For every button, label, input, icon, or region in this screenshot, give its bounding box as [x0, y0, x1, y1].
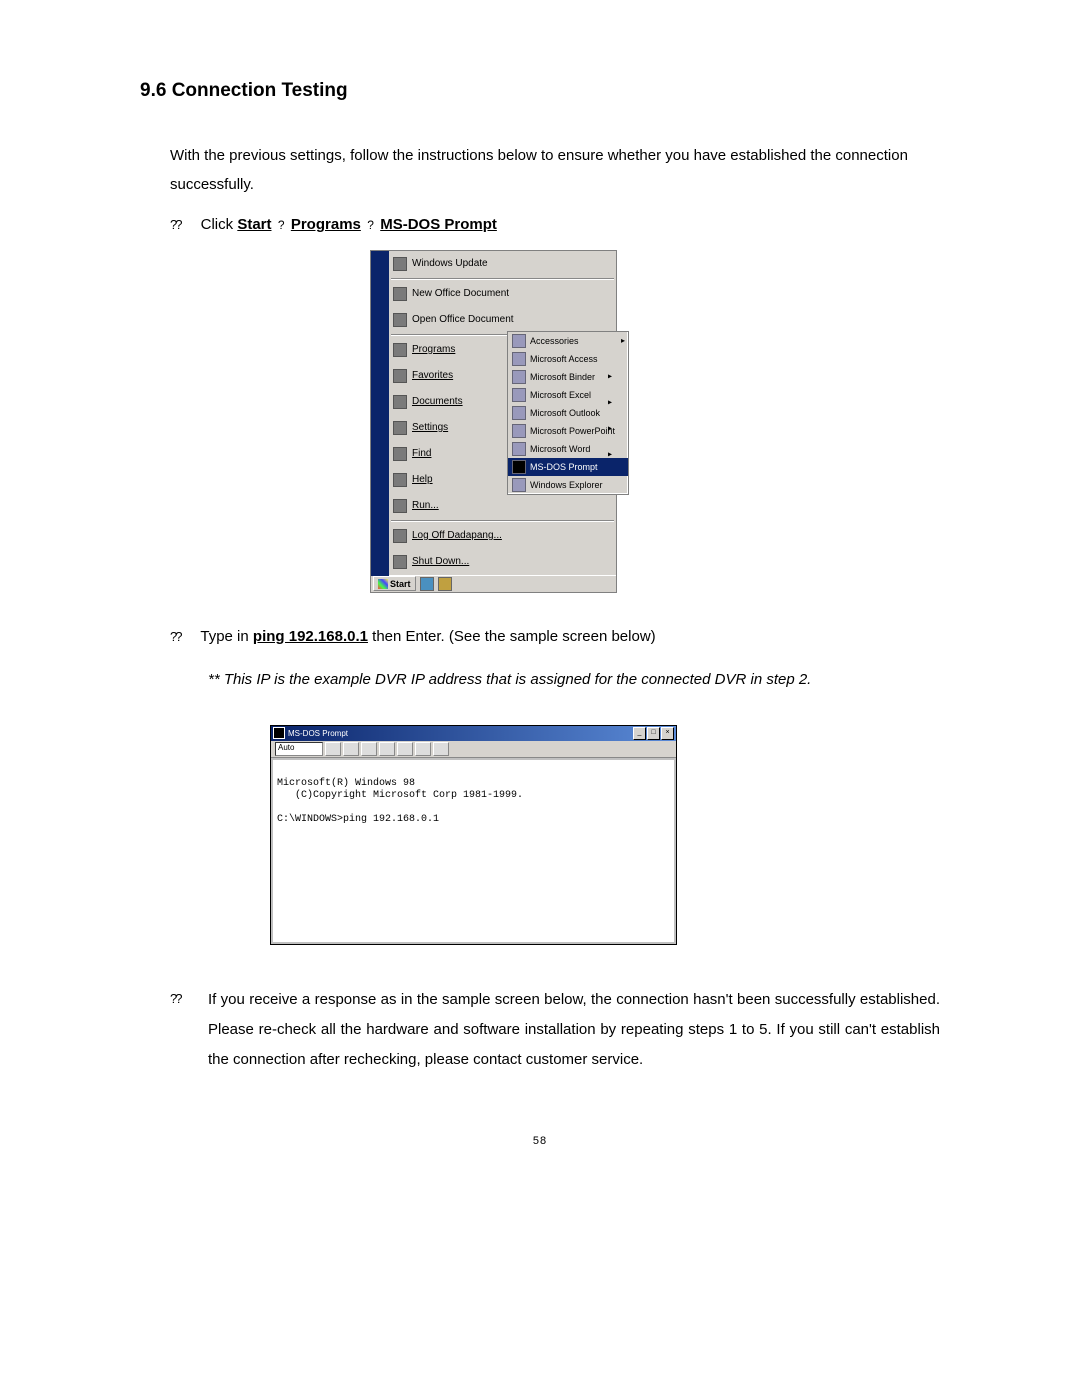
menu-item-programs[interactable]: Programs▸ Accessories▸ Microsoft Access …	[389, 337, 616, 363]
window-titlebar: MS-DOS Prompt _ □ ×	[271, 726, 676, 741]
run-icon	[393, 499, 407, 513]
toolbar-button[interactable]	[325, 742, 341, 756]
windows-logo-icon	[378, 579, 388, 589]
gear-icon	[393, 421, 407, 435]
dos-toolbar: Auto	[271, 741, 676, 758]
brand-label: Windows 98	[362, 493, 373, 551]
menu-item-new-office-document[interactable]: New Office Document	[389, 281, 616, 307]
toolbar-button[interactable]	[397, 742, 413, 756]
star-icon	[393, 369, 407, 383]
msdos-icon	[273, 727, 285, 739]
menu-item-find[interactable]: Find▸	[389, 441, 616, 467]
taskbar-quicklaunch-icon[interactable]	[420, 577, 434, 591]
start-button[interactable]: Start	[373, 576, 416, 591]
bullet-icon: ??	[170, 217, 180, 232]
step1-path-programs: Programs	[291, 216, 361, 233]
step2-prefix: Type in	[200, 628, 253, 645]
figure-dos-prompt: MS-DOS Prompt _ □ × Auto Microsoft(R) Wi…	[270, 725, 940, 945]
menu-item-open-office-document[interactable]: Open Office Document	[389, 307, 616, 333]
bullet-icon: ??	[170, 629, 180, 644]
toolbar-button[interactable]	[379, 742, 395, 756]
step-2: ?? Type in ping 192.168.0.1 then Enter. …	[140, 623, 940, 652]
menu-item-help[interactable]: Help	[389, 467, 616, 493]
chevron-right-icon: ▸	[621, 336, 625, 345]
arrow-icon: ?	[364, 218, 377, 232]
menu-item-windows-update[interactable]: Windows Update	[389, 251, 616, 277]
close-button[interactable]: ×	[661, 727, 674, 740]
step1-prefix: Click	[201, 216, 238, 233]
taskbar-quicklaunch-icon[interactable]	[438, 577, 452, 591]
page-number: 58	[140, 1135, 940, 1147]
bullet-icon: ??	[170, 991, 180, 1006]
documents-icon	[393, 395, 407, 409]
menu-item-settings[interactable]: Settings▸	[389, 415, 616, 441]
arrow-icon: ?	[275, 218, 288, 232]
menu-item-logoff[interactable]: Log Off Dadapang...	[389, 523, 616, 549]
toolbar-button[interactable]	[415, 742, 431, 756]
step-3-text: If you receive a response as in the samp…	[140, 985, 940, 1075]
shutdown-icon	[393, 555, 407, 569]
intro-paragraph: With the previous settings, follow the i…	[140, 142, 940, 199]
step1-path-start: Start	[237, 216, 271, 233]
programs-icon	[393, 343, 407, 357]
search-icon	[393, 447, 407, 461]
chevron-right-icon: ▸	[608, 449, 612, 458]
help-icon	[393, 473, 407, 487]
menu-item-favorites[interactable]: Favorites▸	[389, 363, 616, 389]
maximize-button[interactable]: □	[647, 727, 660, 740]
folder-icon	[512, 334, 526, 348]
menu-item-run[interactable]: Run...	[389, 493, 616, 519]
start-menu-brand-strip: Windows 98	[371, 251, 389, 576]
menu-item-shutdown[interactable]: Shut Down...	[389, 549, 616, 575]
font-size-selector[interactable]: Auto	[275, 742, 323, 756]
submenu-item-accessories[interactable]: Accessories▸	[508, 332, 628, 350]
toolbar-button[interactable]	[361, 742, 377, 756]
section-heading: 9.6 Connection Testing	[140, 80, 940, 102]
figure-start-menu: Windows 98 Windows Update New Office Doc…	[370, 250, 940, 593]
step2-note: ** This IP is the example DVR IP address…	[140, 666, 940, 695]
step1-path-msdos: MS-DOS Prompt	[380, 216, 497, 233]
dos-terminal-output[interactable]: Microsoft(R) Windows 98 (C)Copyright Mic…	[273, 760, 674, 942]
folder-open-icon	[393, 313, 407, 327]
minimize-button[interactable]: _	[633, 727, 646, 740]
step2-command: ping 192.168.0.1	[253, 628, 368, 645]
toolbar-button[interactable]	[343, 742, 359, 756]
step-1: ?? Click Start ? Programs ? MS-DOS Promp…	[140, 211, 940, 240]
toolbar-button[interactable]	[433, 742, 449, 756]
window-title: MS-DOS Prompt	[288, 729, 348, 738]
globe-icon	[393, 257, 407, 271]
menu-item-documents[interactable]: Documents▸	[389, 389, 616, 415]
document-icon	[393, 287, 407, 301]
chevron-right-icon: ▸	[608, 423, 612, 432]
chevron-right-icon: ▸	[608, 397, 612, 406]
step2-suffix: then Enter. (See the sample screen below…	[368, 628, 656, 645]
taskbar: Start	[371, 575, 616, 592]
chevron-right-icon: ▸	[608, 371, 612, 380]
logoff-icon	[393, 529, 407, 543]
